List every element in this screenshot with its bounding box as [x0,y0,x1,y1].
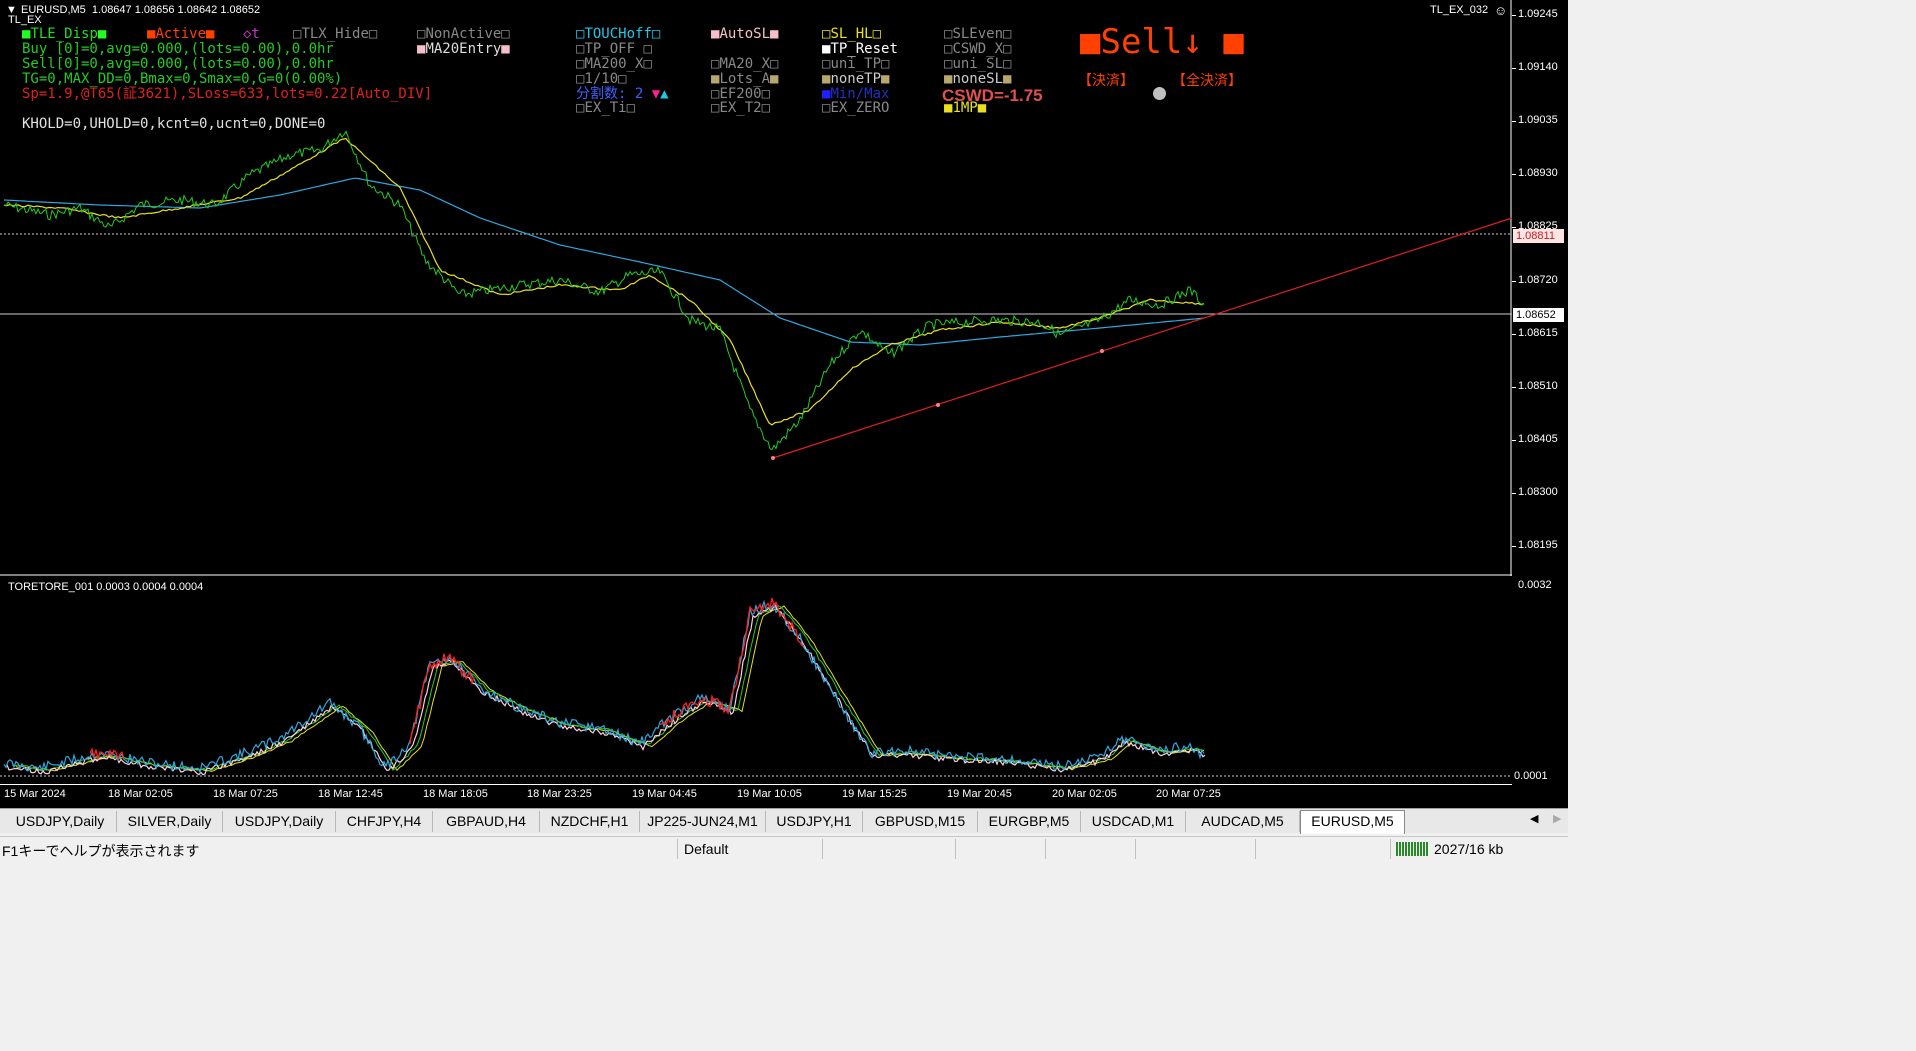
ma20-line [3,137,1205,426]
bid-price-label: 1.08652 [1513,308,1564,322]
tab-silver-daily[interactable]: SILVER,Daily [117,811,223,832]
indicator-title: TORETORE_001 0.0003 0.0004 0.0004 [8,581,204,593]
tab-nzdchf-h1[interactable]: NZDCHF,H1 [540,811,640,832]
tab-scroll-left-icon[interactable]: ◀ [1530,812,1538,825]
tab-eurusd-m5[interactable]: EURUSD,M5 [1300,810,1405,834]
tab-usdjpy-daily[interactable]: USDJPY,Daily [4,811,117,832]
time-tick: 19 Mar 10:05 [737,788,802,800]
time-tick: 19 Mar 04:45 [632,788,697,800]
tab-usdjpy-h1[interactable]: USDJPY,H1 [766,811,863,832]
tab-eurgbp-m5[interactable]: EURGBP,M5 [978,811,1081,832]
time-tick: 18 Mar 07:25 [213,788,278,800]
indicator-green-line [11,604,1204,772]
trend-anchor-2 [936,403,940,407]
trend-anchor-1 [771,456,775,460]
time-axis-border [0,784,1512,785]
indicator-bottom-value: 0.0001 [1514,770,1548,782]
price-tick: 1.08195 [1518,539,1558,551]
price-tick: 1.09245 [1518,8,1558,20]
time-tick: 15 Mar 2024 [4,788,66,800]
indicator-svg[interactable] [0,578,1512,784]
time-tick: 18 Mar 23:25 [527,788,592,800]
price-tick: 1.09140 [1518,61,1558,73]
tab-chfjpy-h4[interactable]: CHFJPY,H4 [336,811,433,832]
price-tick: 1.08405 [1518,433,1558,445]
tab-usdcad-m1[interactable]: USDCAD,M1 [1081,811,1186,832]
indicator-white-line [6,602,1206,776]
tab-scroll-right-icon[interactable]: ▶ [1553,812,1561,825]
price-tick: 1.08615 [1518,327,1558,339]
price-line [3,130,1205,451]
tab-gbpusd-m15[interactable]: GBPUSD,M15 [863,811,978,832]
time-tick: 20 Mar 02:05 [1052,788,1117,800]
time-tick: 19 Mar 20:45 [947,788,1012,800]
price-tick: 1.09035 [1518,114,1558,126]
trend-anchor-3 [1100,349,1104,353]
time-tick: 20 Mar 07:25 [1156,788,1221,800]
tab-jp225-jun24-m1[interactable]: JP225-JUN24,M1 [640,811,766,832]
profile-name[interactable]: Default [684,841,728,857]
indicator-yellow-line [15,605,1205,772]
level-price-label: 1.08811 [1513,229,1564,243]
traffic-text: 2027/16 kb [1434,841,1504,857]
price-tick: 1.08510 [1518,380,1558,392]
indicator-main-line [3,599,1205,775]
tab-audcad-m5[interactable]: AUDCAD,M5 [1186,811,1300,832]
status-bar: F1キーでヘルプが表示されます Default 2027/16 kb [0,836,1568,861]
time-tick: 18 Mar 02:05 [108,788,173,800]
ma200-line [3,177,1205,346]
price-tick: 1.08300 [1518,486,1558,498]
chart-window[interactable]: ▼ EURUSD,M5 1.08647 1.08656 1.08642 1.08… [0,0,1568,808]
indicator-top-value: 0.0032 [1518,579,1552,591]
price-axis[interactable]: 1.09245 1.09140 1.09035 1.08930 1.08825 1.087… [1512,0,1568,576]
indicator-red-line [89,597,805,761]
price-tick: 1.08720 [1518,274,1558,286]
time-tick: 19 Mar 15:25 [842,788,907,800]
main-chart-svg[interactable] [0,0,1512,576]
time-tick: 18 Mar 12:45 [318,788,383,800]
chart-tabs[interactable]: USDJPY,Daily SILVER,Daily USDJPY,Daily CHFJ… [0,808,1568,834]
trend-line [772,217,1512,459]
connection-bars-icon [1396,842,1428,856]
tab-usdjpy-daily[interactable]: USDJPY,Daily [223,811,336,832]
time-axis[interactable]: 15 Mar 2024 18 Mar 02:05 18 Mar 07:25 18 Ma… [0,786,1512,806]
time-tick: 18 Mar 18:05 [423,788,488,800]
tab-gbpaud-h4[interactable]: GBPAUD,H4 [433,811,540,832]
price-tick: 1.08930 [1518,167,1558,179]
help-text: F1キーでヘルプが表示されます [2,843,200,859]
